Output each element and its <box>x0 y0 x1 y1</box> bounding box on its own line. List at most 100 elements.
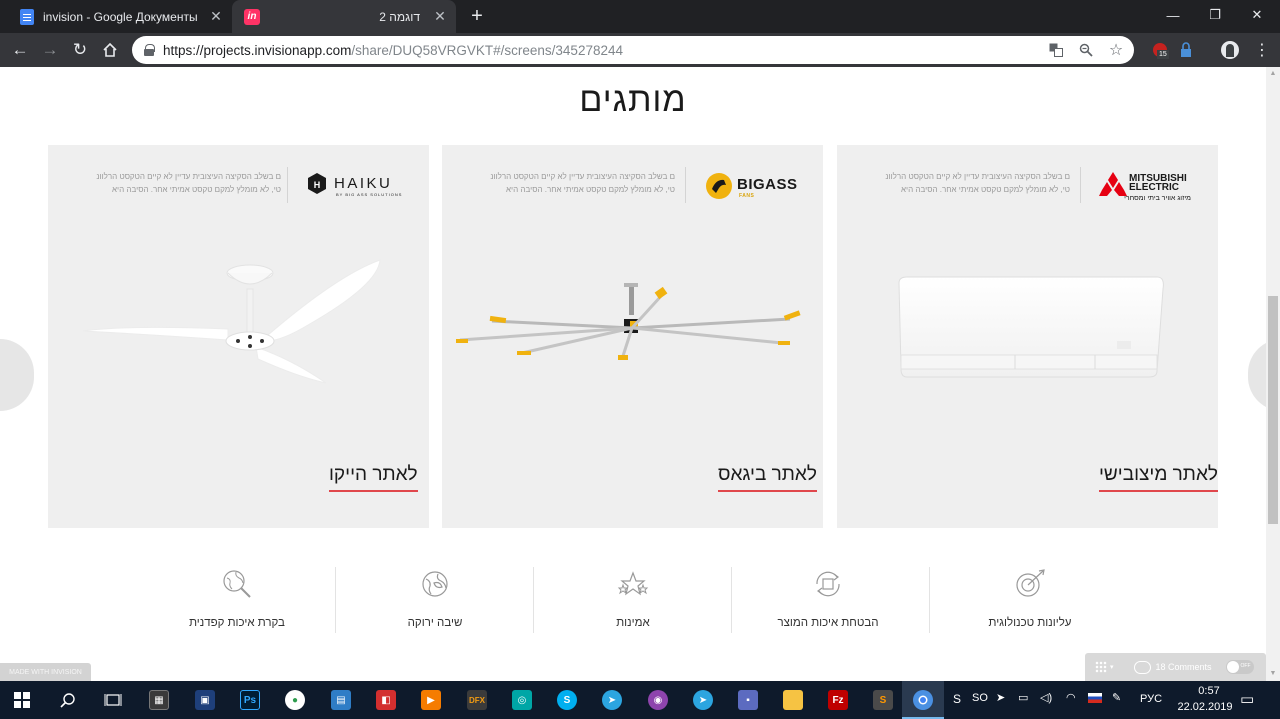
stars-icon <box>617 571 649 596</box>
brand-card-haiku: ם בשלב הסקיצה העיצובית עדיין לא קיים הטק… <box>48 145 429 528</box>
haiku-site-link[interactable]: לאתר הייקו <box>329 464 418 492</box>
russia-flag-icon[interactable] <box>1088 693 1102 703</box>
made-with-invision-badge[interactable]: MADE WITH INVISION <box>0 663 91 681</box>
wifi-icon[interactable]: ◠ <box>1066 691 1076 704</box>
comment-bubble-icon[interactable] <box>1133 660 1151 674</box>
app-icon[interactable]: DFX <box>462 685 492 715</box>
telegram-icon[interactable]: ➤ <box>597 685 627 715</box>
telegram-icon[interactable]: ➤ <box>688 685 718 715</box>
home-icon[interactable] <box>98 38 122 62</box>
app-icon[interactable]: ◎ <box>507 685 537 715</box>
windows-start-icon[interactable] <box>7 685 37 715</box>
folder-icon[interactable] <box>778 685 808 715</box>
sublime-icon[interactable]: S <box>868 685 898 715</box>
tab-title: דוגמה 2 <box>379 9 420 24</box>
bigass-site-link[interactable]: לאתר ביגאס <box>718 464 817 492</box>
calculator-icon[interactable]: ▦ <box>144 685 174 715</box>
new-tab-button[interactable]: + <box>466 5 488 27</box>
app-icon[interactable]: ◧ <box>371 685 401 715</box>
extension-lock-icon[interactable] <box>1174 38 1198 62</box>
tab-invision[interactable]: in דוגמה 2 ✕ <box>232 0 456 33</box>
save-icon[interactable]: ▪ <box>733 685 763 715</box>
card-description: ם בשלב הסקיצה העיצובית עדיין לא קיים הטק… <box>885 172 1070 194</box>
carousel-next-button[interactable] <box>1248 339 1266 411</box>
extension-badge-icon[interactable]: 15 <box>1148 38 1172 62</box>
language-indicator[interactable]: РУС <box>1140 693 1162 705</box>
tab-google-docs[interactable]: invision - Google Документы ✕ <box>8 0 232 33</box>
reload-icon[interactable]: ↻ <box>68 38 92 62</box>
bookmark-star-icon[interactable]: ☆ <box>1106 40 1126 60</box>
globe-leaf-icon <box>422 571 448 597</box>
card-description: ם בשלב הסקיצה העיצובית עדיין לא קיים הטק… <box>96 172 281 194</box>
carousel-prev-button[interactable] <box>0 339 34 411</box>
close-icon[interactable]: ✕ <box>430 7 450 27</box>
comments-toolbar: ▾ 18 Comments OFF <box>1085 653 1266 681</box>
pen-icon[interactable]: ✎ <box>1112 691 1121 704</box>
skype-icon[interactable]: S <box>552 685 582 715</box>
search-icon[interactable] <box>53 685 83 715</box>
menu-kebab-icon[interactable]: ⋮ <box>1250 38 1274 62</box>
forward-icon[interactable]: → <box>38 38 62 62</box>
app-icon[interactable]: ▤ <box>326 685 356 715</box>
magnifier-globe-icon <box>223 570 251 598</box>
volume-icon[interactable]: ◁) <box>1040 691 1052 704</box>
feature-label: הבטחת איכות המוצר <box>777 617 879 629</box>
scroll-up-arrow-icon[interactable]: ▲ <box>1266 67 1280 81</box>
zoom-icon[interactable] <box>1076 40 1096 60</box>
feature-reliability: אמינות <box>534 567 732 637</box>
page-title: מותגים <box>579 81 687 119</box>
air-conditioner-image <box>895 275 1167 379</box>
photoshop-icon[interactable]: Ps <box>235 685 265 715</box>
feature-label: שיבה ירוקה <box>407 617 463 629</box>
feature-label: בקרת איכות קפדנית <box>189 617 285 629</box>
card-divider <box>685 167 686 203</box>
feature-quality-assurance: הבטחת איכות המוצר <box>729 567 927 637</box>
comments-count[interactable]: 18 Comments <box>1156 662 1212 672</box>
telegram-tray-icon[interactable]: ➤ <box>996 691 1005 704</box>
industrial-fan-image <box>452 283 812 363</box>
profile-avatar[interactable] <box>1218 38 1242 62</box>
brand-card-mitsubishi: ם בשלב הסקיצה העיצובית עדיין לא קיים הטק… <box>837 145 1218 528</box>
filezilla-icon[interactable]: Fz <box>823 685 853 715</box>
brand-card-bigass: ם בשלב הסקיצה העיצובית עדיין לא קיים הטק… <box>442 145 823 528</box>
grid-icon[interactable] <box>1095 661 1107 673</box>
tray-label[interactable]: SO <box>972 692 988 704</box>
url-text: https://projects.invisionapp.com/share/D… <box>163 42 623 58</box>
quality-cycle-icon <box>816 571 840 597</box>
clock-time[interactable]: 0:57 <box>1186 685 1232 697</box>
browser-tab-strip: invision - Google Документы ✕ in דוגמה 2… <box>0 0 1280 33</box>
invision-icon: in <box>244 8 260 25</box>
card-divider <box>287 167 288 203</box>
feature-label: עליונות טכנולוגית <box>988 617 1072 629</box>
battery-icon[interactable]: ▭ <box>1018 691 1028 704</box>
card-divider <box>1080 167 1081 203</box>
notifications-icon[interactable]: ▭ <box>1240 690 1254 708</box>
task-view-icon[interactable] <box>98 685 128 715</box>
address-bar[interactable]: https://projects.invisionapp.com/share/D… <box>132 36 1134 64</box>
comments-toggle[interactable]: OFF <box>1225 660 1254 674</box>
scroll-down-arrow-icon[interactable]: ▼ <box>1266 667 1280 681</box>
restore-icon[interactable]: ❐ <box>1192 0 1238 30</box>
mitsubishi-site-link[interactable]: לאתר מיצובישי <box>1099 464 1218 492</box>
svg-text:H: H <box>314 180 321 190</box>
chevron-down-icon[interactable]: ▾ <box>1110 663 1114 671</box>
tab-title: invision - Google Документы <box>43 9 198 24</box>
app-drop-icon[interactable]: ● <box>280 685 310 715</box>
minimize-icon[interactable]: — <box>1150 0 1196 30</box>
media-player-icon[interactable]: ▶ <box>416 685 446 715</box>
close-window-icon[interactable]: ✕ <box>1234 0 1280 30</box>
feature-green-policy: שיבה ירוקה <box>336 567 534 637</box>
translate-icon[interactable] <box>1046 40 1066 60</box>
back-icon[interactable]: ← <box>8 38 32 62</box>
scrollbar-thumb[interactable] <box>1268 296 1278 524</box>
app-icon[interactable]: ◉ <box>643 685 673 715</box>
skype-tray-icon[interactable]: S <box>953 692 961 706</box>
clock-date[interactable]: 22.02.2019 <box>1170 701 1240 713</box>
target-arrow-icon <box>1016 569 1045 597</box>
chrome-icon[interactable] <box>908 685 938 715</box>
feature-label: אמינות <box>616 617 650 629</box>
close-icon[interactable]: ✕ <box>206 7 226 27</box>
app-icon[interactable]: ▣ <box>190 685 220 715</box>
bigass-logo: BIGASS FANS <box>704 171 804 205</box>
windows-taskbar: ▦ ▣ Ps ● ▤ ◧ ▶ DFX ◎ S ➤ ◉ ➤ ▪ Fz S S SO… <box>0 681 1280 719</box>
